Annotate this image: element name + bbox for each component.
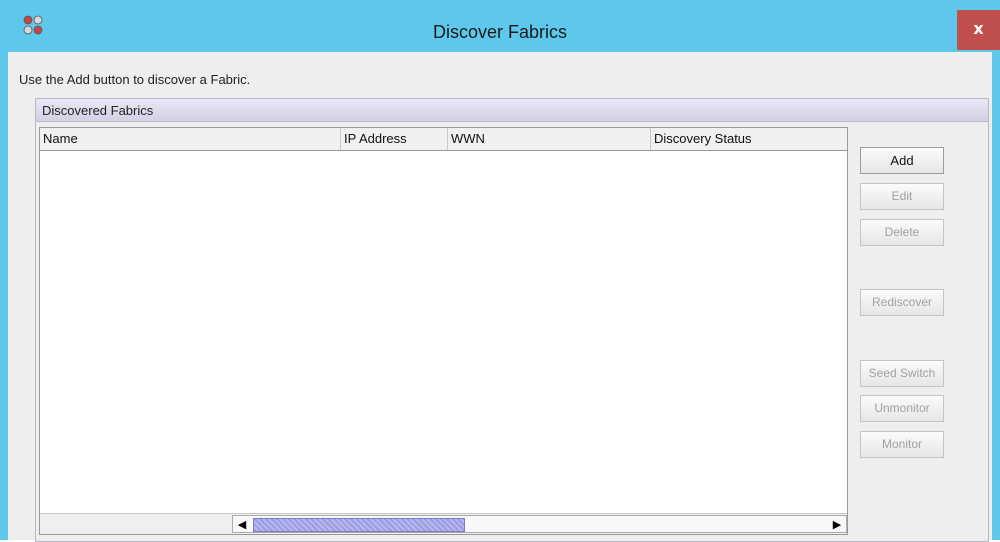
fabrics-table[interactable]: Name IP Address WWN Discovery Status ◀ ▶ [39,127,848,535]
add-button[interactable]: Add [860,147,944,174]
table-header: Name IP Address WWN Discovery Status [40,128,847,151]
instruction-text: Use the Add button to discover a Fabric. [19,72,251,87]
seed-switch-button[interactable]: Seed Switch [860,360,944,387]
window-title: Discover Fabrics [432,22,568,42]
close-icon: x [973,19,984,38]
close-button[interactable]: x [957,10,1000,50]
unmonitor-button[interactable]: Unmonitor [860,395,944,422]
group-header: Discovered Fabrics [36,99,988,122]
rediscover-button[interactable]: Rediscover [860,289,944,316]
column-header-wwn[interactable]: WWN [448,128,651,150]
horizontal-scrollbar[interactable]: ◀ ▶ [40,513,847,534]
delete-button[interactable]: Delete [860,219,944,246]
edit-button[interactable]: Edit [860,183,944,210]
title-bar[interactable]: Discover Fabrics x [0,8,1000,52]
scrollbar-thumb[interactable] [253,518,465,532]
scrollbar-track[interactable]: ◀ ▶ [232,515,847,533]
scroll-left-arrow-icon[interactable]: ◀ [234,517,250,533]
discovered-fabrics-group: Discovered Fabrics Name IP Address WWN D… [35,98,989,542]
discover-fabrics-dialog: Discover Fabrics x Use the Add button to… [0,0,1000,542]
dialog-body: Use the Add button to discover a Fabric.… [8,52,992,542]
column-header-ip-address[interactable]: IP Address [341,128,448,150]
column-header-name[interactable]: Name [40,128,341,150]
column-header-discovery-status[interactable]: Discovery Status [651,128,847,150]
scroll-right-arrow-icon[interactable]: ▶ [829,517,845,533]
group-title: Discovered Fabrics [42,103,154,118]
monitor-button[interactable]: Monitor [860,431,944,458]
